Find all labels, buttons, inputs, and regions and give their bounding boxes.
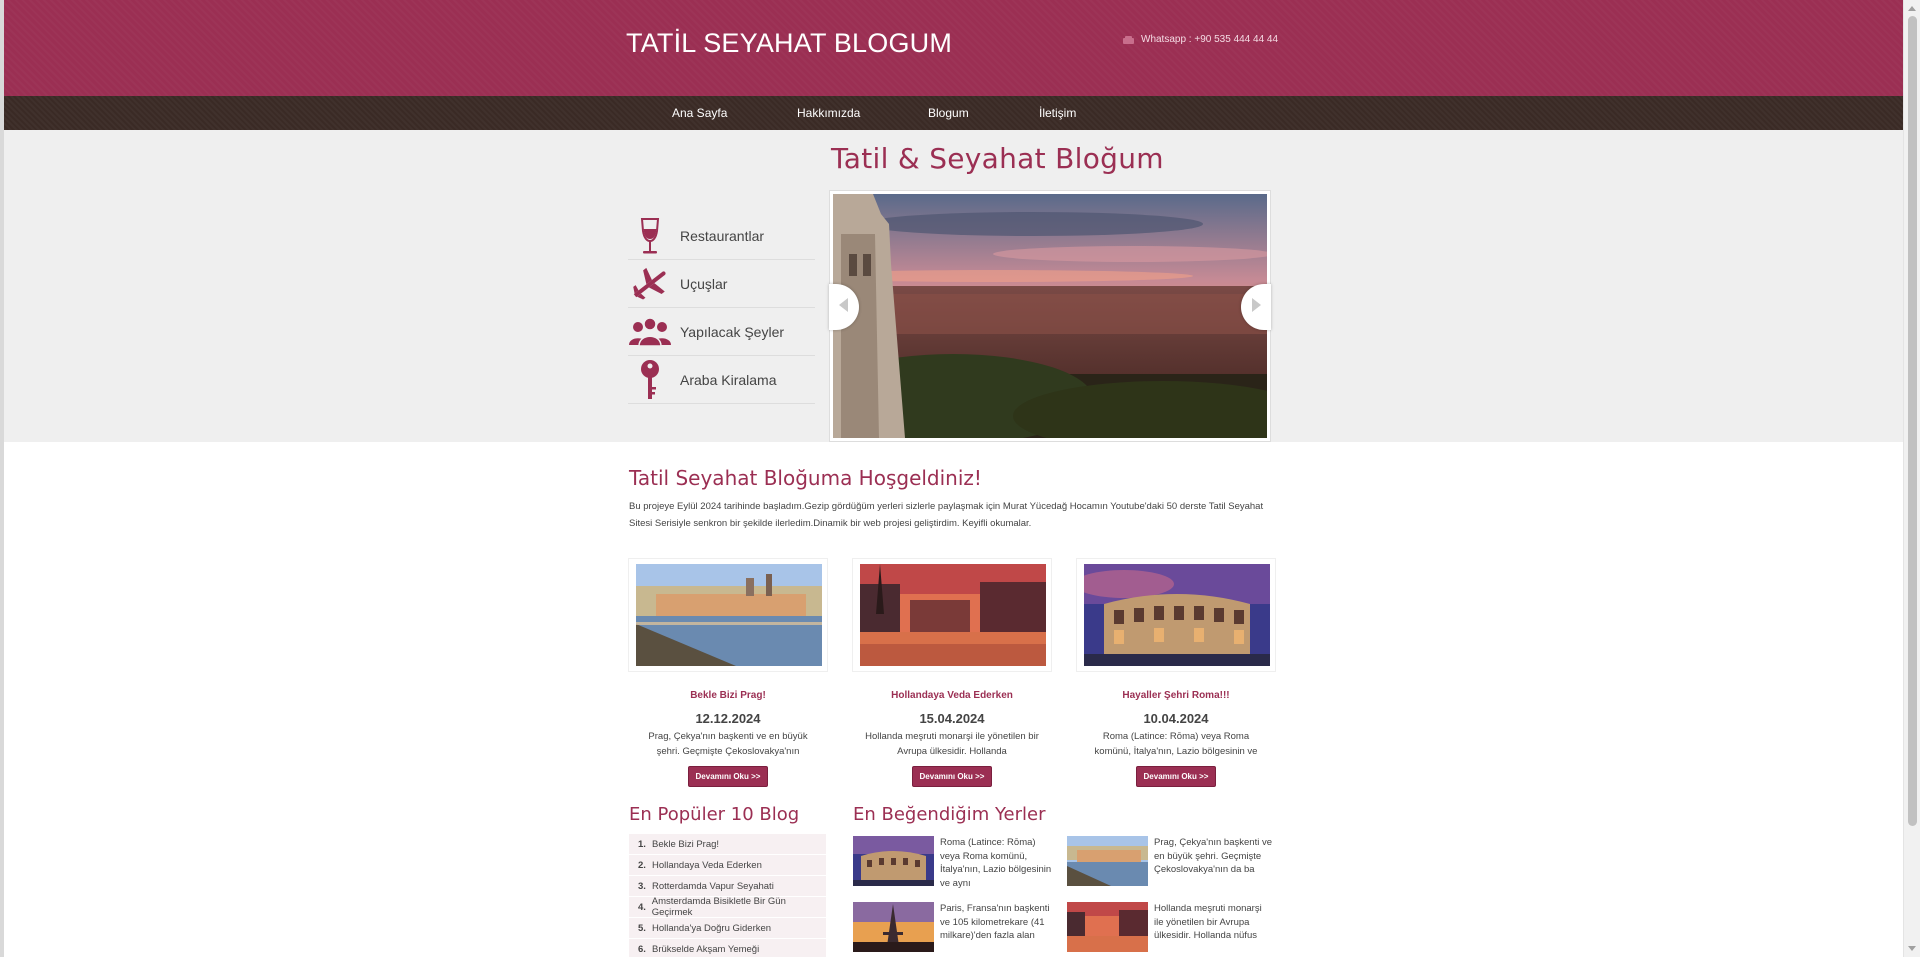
site-title[interactable]: TATİL SEYAHAT BLOGUM bbox=[626, 28, 952, 59]
nav-item-contact[interactable]: İletişim bbox=[1039, 106, 1076, 120]
wine-glass-icon bbox=[628, 216, 672, 256]
nav-item-about[interactable]: Hakkımızda bbox=[797, 106, 860, 120]
favorite-text: Hollanda meşruti monarşi ile yönetilen b… bbox=[1154, 903, 1262, 941]
card-excerpt: Hollanda meşruti monarşi ile yönetilen b… bbox=[865, 731, 1039, 757]
list-item-label: Bekle Bizi Prag! bbox=[652, 838, 720, 850]
slide-image bbox=[833, 194, 1267, 438]
blog-card: Hayaller Şehri Roma!!! 10.04.2024 Roma (… bbox=[1076, 558, 1276, 787]
contact-text: Whatsapp : +90 535 444 44 44 bbox=[1141, 34, 1279, 45]
list-number: 6. bbox=[638, 943, 646, 955]
scroll-up-icon[interactable] bbox=[1908, 6, 1916, 11]
list-item-label: Amsterdamda Bisikletle Bir Gün Geçirmek bbox=[651, 896, 786, 918]
favorite-thumbnail bbox=[1067, 836, 1148, 886]
list-item-label: Hollanda'ya Doğru Giderken bbox=[652, 922, 772, 934]
favorites-section-title: En Beğendiğim Yerler bbox=[853, 804, 1046, 825]
category-things-to-do[interactable]: Yapılacak Şeyler bbox=[628, 308, 815, 356]
scroll-down-icon[interactable] bbox=[1908, 946, 1916, 951]
nav-item-home[interactable]: Ana Sayfa bbox=[672, 106, 727, 120]
category-flights[interactable]: Uçuşlar bbox=[628, 260, 815, 308]
key-icon bbox=[628, 359, 672, 400]
card-image[interactable] bbox=[628, 558, 828, 672]
category-car-rental[interactable]: Araba Kiralama bbox=[628, 356, 815, 404]
list-item-label: Rotterdamda Vapur Seyahati bbox=[652, 880, 774, 892]
favorite-text: Prag, Çekya'nın başkenti ve en büyük şeh… bbox=[1154, 837, 1272, 875]
favorite-item[interactable]: Roma (Latince: Rōma) veya Roma komünü, İ… bbox=[853, 836, 1058, 889]
favorite-text: Roma (Latince: Rōma) veya Roma komünü, İ… bbox=[940, 837, 1052, 889]
nav-item-blog[interactable]: Blogum bbox=[928, 106, 969, 120]
welcome-title: Tatil Seyahat Bloğuma Hoşgeldiniz! bbox=[629, 466, 982, 490]
category-label: Araba Kiralama bbox=[680, 371, 777, 388]
card-excerpt: Roma (Latince: Rōma) veya Roma komünü, İ… bbox=[1094, 731, 1258, 757]
site-header bbox=[4, 0, 1903, 96]
card-date: 15.04.2024 bbox=[919, 711, 985, 726]
read-more-button[interactable]: Devamını Oku >> bbox=[687, 766, 769, 787]
card-excerpt: Prag, Çekya'nın başkenti ve en büyük şeh… bbox=[648, 731, 808, 757]
list-item-label: Hollandaya Veda Ederken bbox=[652, 859, 762, 871]
favorite-item[interactable]: Hollanda meşruti monarşi ile yönetilen b… bbox=[1067, 902, 1272, 952]
card-title[interactable]: Hayaller Şehri Roma!!! bbox=[1076, 690, 1276, 701]
favorite-text: Paris, Fransa'nın başkenti ve 105 kilome… bbox=[940, 903, 1050, 941]
favorite-thumbnail bbox=[853, 836, 934, 886]
blog-card: Bekle Bizi Prag! 12.12.2024 Prag, Çekya'… bbox=[628, 558, 828, 787]
page-scrollbar[interactable] bbox=[1903, 0, 1920, 957]
favorite-thumbnail bbox=[1067, 902, 1148, 952]
hero-title: Tatil & Seyahat Bloğum bbox=[831, 142, 1164, 175]
contact-info: Whatsapp : +90 535 444 44 44 bbox=[1123, 34, 1278, 45]
favorite-item[interactable]: Prag, Çekya'nın başkenti ve en büyük şeh… bbox=[1067, 836, 1272, 886]
list-item-label: Brükselde Akşam Yemeği bbox=[652, 943, 760, 955]
phone-icon bbox=[1123, 35, 1134, 44]
card-image[interactable] bbox=[852, 558, 1052, 672]
list-number: 5. bbox=[638, 922, 646, 934]
category-label: Restaurantlar bbox=[680, 227, 765, 244]
list-number: 4. bbox=[638, 901, 646, 913]
card-date: 10.04.2024 bbox=[1143, 711, 1209, 726]
card-title[interactable]: Hollandaya Veda Ederken bbox=[852, 690, 1052, 701]
list-number: 1. bbox=[638, 838, 646, 850]
list-item[interactable]: 3. Rotterdamda Vapur Seyahati bbox=[629, 876, 826, 897]
arrow-left-icon bbox=[839, 297, 849, 317]
list-number: 2. bbox=[638, 859, 646, 871]
welcome-text: Bu projeye Eylül 2024 tarihinde başladım… bbox=[629, 501, 1264, 529]
list-item[interactable]: 4. Amsterdamda Bisikletle Bir Gün Geçirme… bbox=[629, 896, 826, 918]
people-icon bbox=[628, 312, 672, 352]
category-list: Restaurantlar Uçuşlar Yapılacak Şeyler A… bbox=[628, 212, 815, 404]
list-item[interactable]: 6. Brükselde Akşam Yemeği bbox=[629, 939, 826, 957]
list-number: 3. bbox=[638, 880, 646, 892]
airplane-icon bbox=[628, 264, 672, 304]
card-date: 12.12.2024 bbox=[695, 711, 761, 726]
favorite-thumbnail bbox=[853, 902, 934, 952]
image-slider[interactable] bbox=[829, 190, 1271, 442]
blog-card: Hollandaya Veda Ederken 15.04.2024 Holla… bbox=[852, 558, 1052, 787]
list-item[interactable]: 5. Hollanda'ya Doğru Giderken bbox=[629, 918, 826, 939]
card-image[interactable] bbox=[1076, 558, 1276, 672]
popular-section-title: En Popüler 10 Blog bbox=[629, 804, 800, 825]
read-more-button[interactable]: Devamını Oku >> bbox=[911, 766, 993, 787]
category-restaurants[interactable]: Restaurantlar bbox=[628, 212, 815, 260]
list-item[interactable]: 1. Bekle Bizi Prag! bbox=[629, 834, 826, 855]
list-item[interactable]: 2. Hollandaya Veda Ederken bbox=[629, 855, 826, 876]
category-label: Yapılacak Şeyler bbox=[680, 323, 785, 340]
read-more-button[interactable]: Devamını Oku >> bbox=[1135, 766, 1217, 787]
arrow-right-icon bbox=[1251, 297, 1261, 317]
favorite-item[interactable]: Paris, Fransa'nın başkenti ve 105 kilome… bbox=[853, 902, 1058, 952]
card-title[interactable]: Bekle Bizi Prag! bbox=[628, 690, 828, 701]
popular-blog-list: 1. Bekle Bizi Prag! 2. Hollandaya Veda Ede… bbox=[629, 834, 826, 957]
category-label: Uçuşlar bbox=[680, 275, 728, 292]
scrollbar-thumb[interactable] bbox=[1908, 16, 1917, 826]
